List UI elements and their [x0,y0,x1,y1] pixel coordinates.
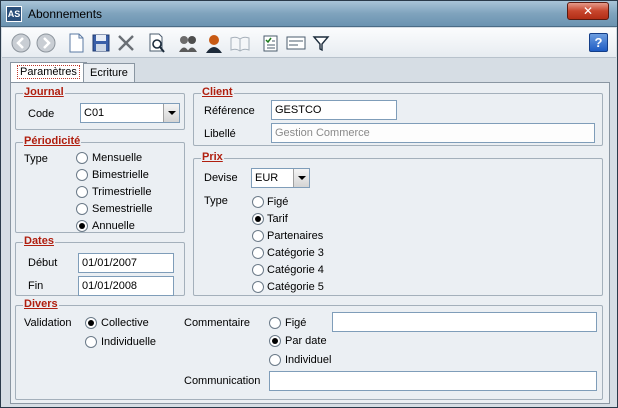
chevron-down-icon[interactable] [293,169,309,187]
individuel-label: Individuel [285,354,332,366]
subscriptions-window: AS Abonnements ✕ ? Paramètres Ecriture J… [0,0,618,408]
reference-label: Référence [204,105,255,117]
radio-par-date[interactable] [269,335,281,347]
dates-legend: Dates [23,235,55,248]
checklist-icon[interactable] [260,32,282,54]
tab-parametres[interactable]: Paramètres [10,62,87,83]
partenaires-label: Partenaires [267,230,324,242]
libelle-label: Libellé [204,128,236,140]
tab-parametres-label: Paramètres [17,65,80,79]
validation-label: Validation [24,317,72,329]
radio-individuel[interactable] [269,354,281,366]
radio-annuelle[interactable] [76,220,88,232]
radio-partenaires[interactable] [252,230,264,242]
journal-group: Journal Code C01 [15,86,185,130]
commentaire-field[interactable] [332,312,597,332]
periodicite-group: Périodicité Type Mensuelle Bimestrielle … [15,135,185,233]
debut-field[interactable]: 01/01/2007 [78,253,174,273]
new-document-icon[interactable] [65,32,87,54]
code-combobox[interactable]: C01 [80,103,180,123]
categorie-5-label: Catégorie 5 [267,281,324,293]
radio-categorie-3[interactable] [252,247,264,259]
annuelle-label: Annuelle [92,220,135,232]
chevron-down-icon[interactable] [163,104,179,122]
communication-label: Communication [184,375,261,387]
dates-group: Dates Début 01/01/2007 Fin 01/01/2008 [15,235,185,296]
devise-combobox[interactable]: EUR [251,168,310,188]
journal-legend: Journal [23,86,65,99]
communication-field[interactable] [269,371,597,391]
fin-label: Fin [28,280,44,292]
radio-tarif[interactable] [252,213,264,225]
mensuelle-label: Mensuelle [92,152,143,164]
divers-group: Divers Validation Collective Individuell… [15,298,603,400]
radio-trimestrielle[interactable] [76,186,88,198]
trimestrielle-label: Trimestrielle [92,186,152,198]
radio-fige[interactable] [252,196,264,208]
radio-mensuelle[interactable] [76,152,88,164]
form-icon[interactable] [285,32,307,54]
commentaire-label: Commentaire [184,317,251,329]
back-icon[interactable] [10,32,32,54]
categorie-4-label: Catégorie 4 [267,264,324,276]
devise-value: EUR [255,172,279,184]
prix-legend: Prix [201,151,224,164]
prix-group: Prix Devise EUR Type Figé Tarif Partenai… [193,151,603,296]
search-people-icon[interactable] [177,32,199,54]
filter-icon[interactable] [310,32,332,54]
devise-label: Devise [204,172,238,184]
client-group: Client Référence GESTCO Libellé Gestion … [193,86,603,146]
divers-legend: Divers [23,298,59,311]
fige-label: Figé [267,196,289,208]
par-date-label: Par date [285,335,327,347]
semestrielle-label: Semestrielle [92,203,153,215]
bimestrielle-label: Bimestrielle [92,169,149,181]
code-value: C01 [84,107,105,119]
close-button[interactable]: ✕ [567,2,609,20]
radio-individuelle[interactable] [85,336,97,348]
periodicite-type-label: Type [24,153,48,165]
prix-type-label: Type [204,195,228,207]
settings-panel: Journal Code C01 Périodicité Type Mensue… [10,82,610,404]
user-icon[interactable] [203,32,225,54]
client-legend: Client [201,86,234,99]
save-icon[interactable] [90,32,112,54]
book-icon[interactable] [229,32,251,54]
debut-label: Début [28,257,58,269]
categorie-3-label: Catégorie 3 [267,247,324,259]
toolbar: ? [2,28,616,58]
radio-semestrielle[interactable] [76,203,88,215]
radio-categorie-4[interactable] [252,264,264,276]
commentaire-fige-label: Figé [285,317,307,329]
radio-commentaire-fige[interactable] [269,317,281,329]
title-bar[interactable]: AS Abonnements ✕ [1,1,617,27]
radio-categorie-5[interactable] [252,281,264,293]
app-icon: AS [6,6,22,22]
code-label: Code [28,108,55,120]
periodicite-legend: Périodicité [23,135,82,148]
tab-ecriture-label: Ecriture [90,67,128,79]
tarif-label: Tarif [267,213,288,225]
radio-bimestrielle[interactable] [76,169,88,181]
fin-field[interactable]: 01/01/2008 [78,276,174,296]
delete-icon[interactable] [115,32,137,54]
collective-label: Collective [101,317,149,329]
forward-icon[interactable] [35,32,57,54]
help-button[interactable]: ? [589,33,608,52]
individuelle-label: Individuelle [101,336,157,348]
radio-collective[interactable] [85,317,97,329]
preview-icon[interactable] [146,32,168,54]
tab-ecriture[interactable]: Ecriture [83,63,135,83]
window-title: Abonnements [28,7,103,21]
libelle-field[interactable]: Gestion Commerce [271,123,595,143]
reference-field[interactable]: GESTCO [271,100,397,120]
